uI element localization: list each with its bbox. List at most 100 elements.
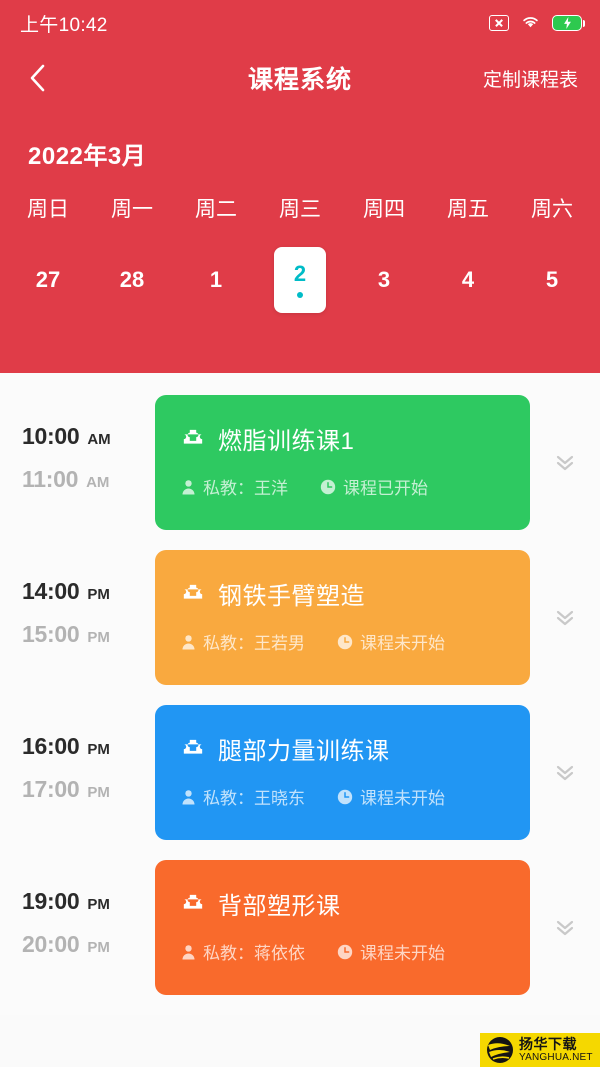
weekday-sunday: 周日 [27,198,69,221]
course-card[interactable]: 腿部力量训练课 私教：王晓东 课程未开始 [155,705,530,840]
puzzle-icon [181,738,205,760]
status-label: 课程未开始 [360,944,445,963]
no-sim-icon [489,15,509,31]
expand-row-button[interactable] [530,705,600,840]
time-column: 14:00 PM 15:00 PM [0,550,155,648]
coach-info: 私教：王晓东 [181,784,305,809]
course-card[interactable]: 钢铁手臂塑造 私教：王若男 课程未开始 [155,550,530,685]
time-column: 10:00 AM 11:00 AM [0,395,155,493]
status-bar: 上午10:42 [0,0,600,46]
chevron-left-icon[interactable] [22,62,54,94]
watermark: 扬华下载 YANGHUA.NET [480,1033,600,1067]
status-label: 课程已开始 [343,479,428,498]
coach-info: 私教：蒋依依 [181,939,305,964]
start-time-meridiem: PM [87,586,110,603]
start-time: 14:00 PM [22,578,155,605]
month-label: 2022年3月 [28,143,147,170]
start-time: 19:00 PM [22,888,155,915]
schedule-list: 10:00 AM 11:00 AM 燃脂训练课1 私教：王洋 课程已开始 14:… [0,373,600,1015]
date-number: 1 [209,267,223,292]
course-title-row: 腿部力量训练课 [181,731,530,766]
watermark-cn: 扬华下载 [519,1036,577,1052]
person-icon [181,479,196,495]
course-card[interactable]: 背部塑形课 私教：蒋依依 课程未开始 [155,860,530,995]
course-status: 课程未开始 [337,629,445,654]
date-cell[interactable]: 5 [510,247,594,317]
course-title: 腿部力量训练课 [218,738,390,765]
weekday-tuesday: 周二 [195,198,237,221]
course-title-row: 背部塑形课 [181,886,530,921]
course-meta: 私教：王晓东 课程未开始 [181,784,530,809]
schedule-row: 14:00 PM 15:00 PM 钢铁手臂塑造 私教：王若男 课程未开始 [0,550,600,705]
date-number: 28 [119,267,145,292]
course-title-row: 钢铁手臂塑造 [181,576,530,611]
clock-icon [320,479,336,495]
status-label: 课程未开始 [360,789,445,808]
person-icon [181,944,196,960]
end-time-meridiem: PM [87,784,110,801]
end-time-meridiem: AM [86,474,110,491]
clock-icon [337,634,353,650]
weekday-thursday: 周四 [363,198,405,221]
selected-date-card: 2 [274,247,326,313]
app-header: 上午10:42 课程系统 定制课程表 2022年3月 周日 周一 周二 周三 周… [0,0,600,373]
date-cell[interactable]: 27 [6,247,90,317]
puzzle-icon [181,583,205,605]
event-dot-indicator [297,291,303,298]
schedule-row: 16:00 PM 17:00 PM 腿部力量训练课 私教：王晓东 课程未开始 [0,705,600,860]
date-row: 27 28 1 2 3 4 5 [0,247,600,317]
date-cell-selected[interactable]: 2 [258,247,342,317]
person-icon [181,634,196,650]
chevron-double-down-icon [556,765,574,780]
course-status: 课程已开始 [320,474,428,499]
start-time-value: 14:00 [22,578,80,604]
expand-row-button[interactable] [530,860,600,995]
status-bar-icons [489,13,585,34]
coach-label: 私教：王若男 [203,634,305,653]
coach-label: 私教：王洋 [203,479,288,498]
start-time-value: 19:00 [22,888,80,914]
date-cell[interactable]: 28 [90,247,174,317]
course-card[interactable]: 燃脂训练课1 私教：王洋 课程已开始 [155,395,530,530]
start-time-value: 16:00 [22,733,80,759]
chevron-double-down-icon [556,920,574,935]
clock-icon [337,789,353,805]
schedule-row: 19:00 PM 20:00 PM 背部塑形课 私教：蒋依依 课程未开始 [0,860,600,1015]
date-number: 4 [461,267,475,292]
date-cell[interactable]: 1 [174,247,258,317]
end-time-value: 15:00 [22,621,80,647]
coach-label: 私教：蒋依依 [203,944,305,963]
date-cell[interactable]: 3 [342,247,426,317]
course-meta: 私教：王洋 课程已开始 [181,474,530,499]
start-time-meridiem: PM [87,741,110,758]
chevron-double-down-icon [556,455,574,470]
coach-label: 私教：王晓东 [203,789,305,808]
end-time: 17:00 PM [22,776,155,803]
end-time-value: 20:00 [22,931,80,957]
watermark-en: YANGHUA.NET [519,1052,593,1063]
expand-row-button[interactable] [530,550,600,685]
chevron-double-down-icon [556,610,574,625]
date-number: 5 [545,267,559,292]
coach-info: 私教：王洋 [181,474,288,499]
weekday-row: 周日 周一 周二 周三 周四 周五 周六 [0,193,600,223]
puzzle-icon [181,428,205,450]
course-meta: 私教：蒋依依 课程未开始 [181,939,530,964]
weekday-friday: 周五 [447,198,489,221]
customize-schedule-button[interactable]: 定制课程表 [483,65,578,92]
end-time: 11:00 AM [22,466,155,493]
date-number: 3 [377,267,391,292]
course-status: 课程未开始 [337,939,445,964]
schedule-row: 10:00 AM 11:00 AM 燃脂训练课1 私教：王洋 课程已开始 [0,395,600,550]
expand-row-button[interactable] [530,395,600,530]
coach-info: 私教：王若男 [181,629,305,654]
yanghua-logo-icon [487,1037,513,1063]
clock-icon [337,944,353,960]
start-time-meridiem: AM [87,431,111,448]
date-cell[interactable]: 4 [426,247,510,317]
course-title: 燃脂训练课1 [218,428,355,455]
course-meta: 私教：王若男 课程未开始 [181,629,530,654]
start-time-value: 10:00 [22,423,80,449]
navigation-bar: 课程系统 定制课程表 [0,46,600,110]
course-title-row: 燃脂训练课1 [181,421,530,456]
